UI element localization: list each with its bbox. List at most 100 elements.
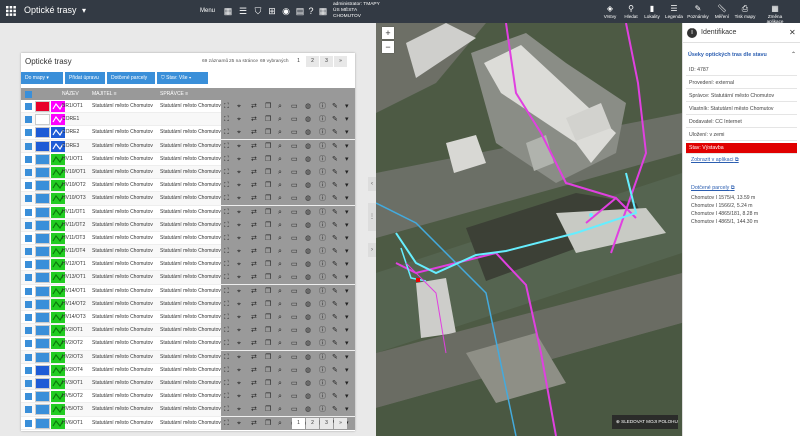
copy-icon[interactable]: ❐ bbox=[265, 324, 271, 337]
info-circle-icon[interactable]: ⓘ bbox=[319, 126, 326, 139]
crosshair-icon[interactable]: ⛶ bbox=[224, 403, 229, 416]
folder-icon[interactable]: ▭ bbox=[291, 337, 298, 350]
copy-icon[interactable]: ❐ bbox=[265, 126, 271, 139]
dropdown-icon[interactable]: ▾ bbox=[345, 192, 349, 205]
row-checkbox[interactable] bbox=[25, 406, 32, 414]
route-name[interactable]: HV2/OT1 bbox=[62, 324, 83, 337]
route-name[interactable]: HV10/OT2 bbox=[62, 179, 86, 192]
layer-section-title[interactable]: Úseky optických tras dle stavu bbox=[688, 52, 767, 58]
dropdown-icon[interactable]: ▾ bbox=[345, 337, 349, 350]
crosshair-icon[interactable]: ⛶ bbox=[224, 219, 229, 232]
zoom-doc-icon[interactable]: ⌕ bbox=[278, 153, 282, 166]
edit-icon[interactable]: ✎ bbox=[332, 271, 338, 284]
table-row[interactable]: BR1/OT1 Statutární město Chomutov Statutár… bbox=[21, 100, 355, 114]
globe-icon[interactable]: ◍ bbox=[305, 113, 311, 126]
crosshair-icon[interactable]: ⛶ bbox=[224, 377, 229, 390]
person-swap-icon[interactable]: ⇄ bbox=[251, 285, 257, 298]
copy-icon[interactable]: ❐ bbox=[265, 298, 271, 311]
crosshair-icon[interactable]: ⛶ bbox=[224, 192, 229, 205]
route-name[interactable]: HV14/OT2 bbox=[62, 298, 86, 311]
person-swap-icon[interactable]: ⇄ bbox=[251, 232, 257, 245]
locate-icon[interactable]: ⌖ bbox=[237, 364, 241, 377]
table-row[interactable]: HV10/OT1 Statutární město Chomutov Statutá… bbox=[21, 165, 355, 180]
info-circle-icon[interactable]: ⓘ bbox=[319, 337, 326, 350]
apps-grid-icon[interactable] bbox=[6, 6, 16, 16]
crosshair-icon[interactable]: ⛶ bbox=[224, 271, 229, 284]
person-swap-icon[interactable]: ⇄ bbox=[251, 126, 257, 139]
folder-icon[interactable]: ▭ bbox=[291, 140, 298, 153]
tool-change-app[interactable]: ▦ Změna aplikace bbox=[760, 3, 790, 24]
zoom-doc-icon[interactable]: ⌕ bbox=[278, 271, 282, 284]
globe-icon[interactable]: ◍ bbox=[305, 298, 311, 311]
crosshair-icon[interactable]: ⛶ bbox=[224, 324, 229, 337]
route-name[interactable]: HV14/OT1 bbox=[62, 285, 86, 298]
person-swap-icon[interactable]: ⇄ bbox=[251, 153, 257, 166]
folder-icon[interactable]: ▭ bbox=[291, 271, 298, 284]
show-in-app-link[interactable]: Zobrazit v aplikaci ⧉ bbox=[691, 157, 739, 164]
locate-icon[interactable]: ⌖ bbox=[237, 179, 241, 192]
info-circle-icon[interactable]: ⓘ bbox=[319, 351, 326, 364]
crosshair-icon[interactable]: ⛶ bbox=[224, 100, 229, 113]
row-checkbox[interactable] bbox=[25, 208, 32, 216]
globe-icon[interactable]: ◍ bbox=[305, 337, 311, 350]
crosshair-icon[interactable]: ⛶ bbox=[224, 258, 229, 271]
person-swap-icon[interactable]: ⇄ bbox=[251, 390, 257, 403]
route-name[interactable]: HV6/OT1 bbox=[62, 417, 83, 430]
zoom-doc-icon[interactable]: ⌕ bbox=[278, 166, 282, 179]
person-swap-icon[interactable]: ⇄ bbox=[251, 192, 257, 205]
folder-icon[interactable]: ▭ bbox=[291, 390, 298, 403]
row-checkbox[interactable] bbox=[25, 287, 32, 295]
row-checkbox[interactable] bbox=[25, 327, 32, 335]
row-checkbox[interactable] bbox=[25, 379, 32, 387]
crosshair-icon[interactable]: ⛶ bbox=[224, 179, 229, 192]
dropdown-icon[interactable]: ▾ bbox=[345, 285, 349, 298]
page-button[interactable]: 1 bbox=[292, 56, 305, 67]
zoom-doc-icon[interactable]: ⌕ bbox=[278, 126, 282, 139]
copy-icon[interactable]: ❐ bbox=[265, 113, 271, 126]
copy-icon[interactable]: ❐ bbox=[265, 364, 271, 377]
zoom-doc-icon[interactable]: ⌕ bbox=[278, 377, 282, 390]
page-button[interactable]: 2 bbox=[306, 418, 319, 429]
page-button[interactable]: 3 bbox=[320, 418, 333, 429]
info-circle-icon[interactable]: ⓘ bbox=[319, 179, 326, 192]
route-name[interactable]: HV11/OT4 bbox=[62, 245, 85, 258]
edit-icon[interactable]: ✎ bbox=[332, 311, 338, 324]
dropdown-icon[interactable]: ▾ bbox=[345, 271, 349, 284]
zoom-doc-icon[interactable]: ⌕ bbox=[278, 364, 282, 377]
zoom-doc-icon[interactable]: ⌕ bbox=[278, 298, 282, 311]
info-circle-icon[interactable]: ⓘ bbox=[319, 219, 326, 232]
folder-icon[interactable]: ▭ bbox=[291, 258, 298, 271]
globe-icon[interactable]: ◍ bbox=[305, 126, 311, 139]
zoom-doc-icon[interactable]: ⌕ bbox=[278, 285, 282, 298]
locate-icon[interactable]: ⌖ bbox=[237, 113, 241, 126]
table-row[interactable]: HV11/OT3 Statutární město Chomutov Statutá… bbox=[21, 231, 355, 246]
column-header-owner[interactable]: MAJITEL ≡ bbox=[92, 88, 117, 100]
folder-icon[interactable]: ▭ bbox=[291, 403, 298, 416]
dropdown-icon[interactable]: ▾ bbox=[345, 298, 349, 311]
folder-icon[interactable]: ▭ bbox=[291, 206, 298, 219]
tool-legend[interactable]: ☰ Legenda bbox=[663, 3, 685, 19]
copy-icon[interactable]: ❐ bbox=[265, 206, 271, 219]
row-checkbox[interactable] bbox=[25, 129, 32, 137]
zoom-doc-icon[interactable]: ⌕ bbox=[278, 100, 282, 113]
zoom-doc-icon[interactable]: ⌕ bbox=[278, 337, 282, 350]
row-checkbox[interactable] bbox=[25, 221, 32, 229]
folder-icon[interactable]: ▭ bbox=[291, 324, 298, 337]
crosshair-icon[interactable]: ⛶ bbox=[224, 245, 229, 258]
copy-icon[interactable]: ❐ bbox=[265, 245, 271, 258]
folder-icon[interactable]: ▭ bbox=[291, 285, 298, 298]
route-name[interactable]: HV11/OT2 bbox=[62, 219, 85, 232]
row-checkbox[interactable] bbox=[25, 274, 32, 282]
person-swap-icon[interactable]: ⇄ bbox=[251, 337, 257, 350]
locate-icon[interactable]: ⌖ bbox=[237, 403, 241, 416]
zoom-doc-icon[interactable]: ⌕ bbox=[278, 140, 282, 153]
copy-icon[interactable]: ❐ bbox=[265, 390, 271, 403]
crosshair-icon[interactable]: ⛶ bbox=[224, 285, 229, 298]
page-button[interactable]: 1 bbox=[292, 418, 305, 429]
crosshair-icon[interactable]: ⛶ bbox=[224, 153, 229, 166]
row-checkbox[interactable] bbox=[25, 393, 32, 401]
info-circle-icon[interactable]: ⓘ bbox=[319, 390, 326, 403]
record-icon[interactable]: ◉ bbox=[281, 6, 291, 16]
dropdown-icon[interactable]: ▾ bbox=[345, 377, 349, 390]
globe-icon[interactable]: ◍ bbox=[305, 245, 311, 258]
